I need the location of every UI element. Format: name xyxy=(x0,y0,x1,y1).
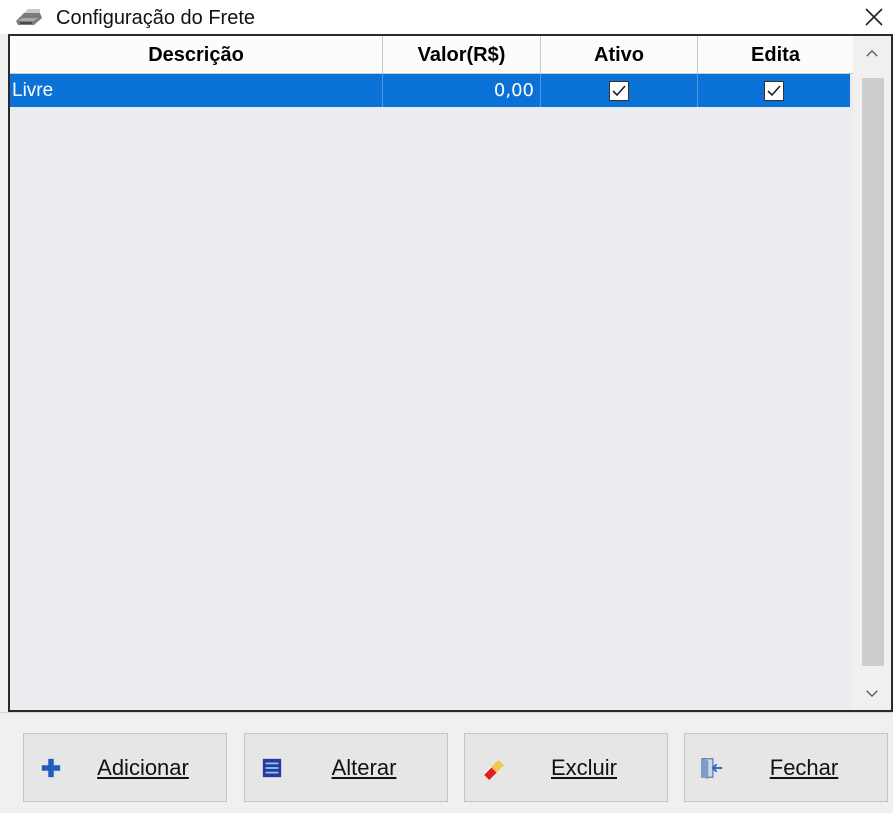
grid-header: Descrição Valor(R$) Ativo Edita xyxy=(10,36,853,74)
vertical-scrollbar[interactable] xyxy=(853,36,891,710)
chevron-down-icon xyxy=(866,689,878,697)
close-icon xyxy=(865,8,883,26)
checkmark-icon xyxy=(767,84,781,96)
window-title: Configuração do Frete xyxy=(56,7,256,29)
alterar-label: Alterar xyxy=(331,754,397,780)
adicionar-button[interactable]: Adicionar xyxy=(23,733,227,802)
close-button[interactable] xyxy=(855,0,893,34)
ativo-checkbox[interactable] xyxy=(609,80,629,101)
scrollbar-thumb[interactable] xyxy=(862,78,884,666)
adicionar-label: Adicionar xyxy=(97,754,189,780)
cell-ativo[interactable] xyxy=(541,74,698,107)
column-header-edita[interactable]: Edita xyxy=(698,36,853,74)
cell-valor[interactable]: 0,00 xyxy=(383,74,541,107)
edita-checkbox[interactable] xyxy=(764,80,784,101)
freight-grid[interactable]: Descrição Valor(R$) Ativo Edita Livre 0,… xyxy=(8,34,893,712)
column-header-valor[interactable]: Valor(R$) xyxy=(383,36,541,74)
cell-descricao[interactable]: Livre xyxy=(10,74,383,107)
checkmark-icon xyxy=(612,84,626,96)
table-row[interactable]: Livre 0,00 xyxy=(10,74,850,107)
column-header-ativo[interactable]: Ativo xyxy=(541,36,698,74)
excluir-button[interactable]: Excluir xyxy=(464,733,668,802)
title-bar: Configuração do Frete xyxy=(0,0,893,34)
column-header-descricao[interactable]: Descrição xyxy=(10,36,383,74)
cell-edita[interactable] xyxy=(698,74,850,107)
alterar-button[interactable]: Alterar xyxy=(244,733,448,802)
printer-icon xyxy=(14,9,44,27)
excluir-label: Excluir xyxy=(550,754,617,780)
fechar-label: Fechar xyxy=(769,754,839,780)
button-bar: Adicionar Alterar Excluir Fechar xyxy=(0,712,893,813)
scroll-down-button[interactable] xyxy=(853,676,891,710)
fechar-button[interactable]: Fechar xyxy=(684,733,888,802)
chevron-up-icon xyxy=(866,49,878,57)
scroll-up-button[interactable] xyxy=(853,36,891,70)
frete-config-window: Configuração do Frete Descrição Valor(R$… xyxy=(0,0,893,813)
